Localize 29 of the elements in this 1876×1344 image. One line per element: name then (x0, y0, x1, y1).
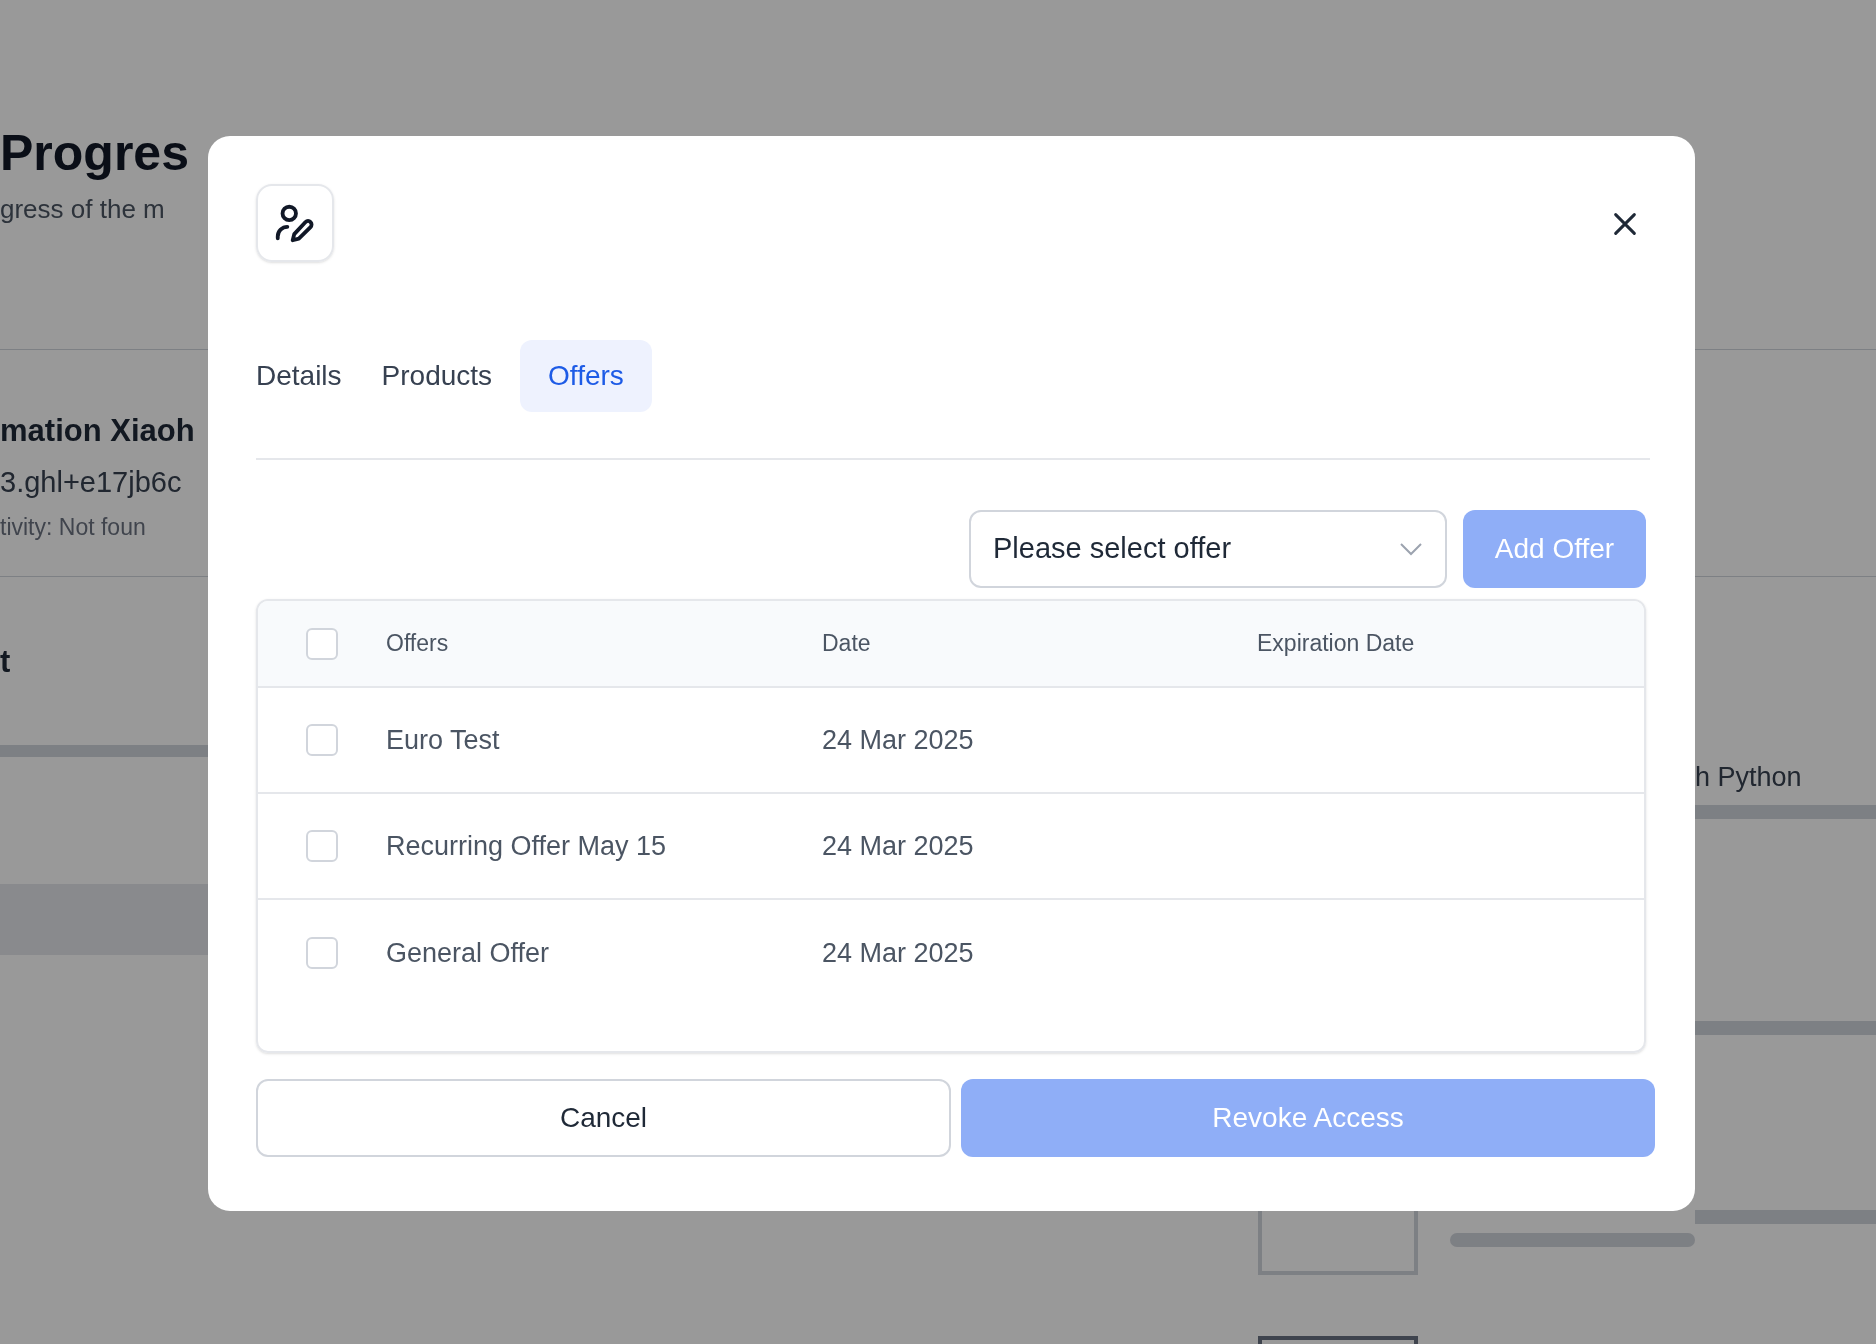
page-title: Progres (0, 124, 190, 183)
row-checkbox[interactable] (306, 830, 338, 862)
activity-text: tivity: Not foun (0, 513, 147, 542)
date-cell-text: 24 Mar 2025 (822, 723, 975, 757)
tab[interactable]: Products (361, 340, 513, 412)
offer-name: Recurring Offer May 15 (386, 829, 668, 863)
offer-select[interactable]: Please select offer (969, 510, 1447, 588)
close-icon (1611, 210, 1639, 238)
image-placeholder-icon (1258, 1336, 1418, 1344)
date-cell-text: 24 Mar 2025 (822, 829, 975, 863)
select-all-checkbox[interactable] (306, 627, 338, 660)
student-name: mation Xiaoh (0, 412, 196, 450)
section-heading: t (0, 643, 12, 681)
tab[interactable]: Details (256, 340, 362, 412)
column-header: Date (822, 629, 872, 659)
date-cell-text: 24 Mar 2025 (822, 936, 975, 970)
row-checkbox[interactable] (306, 724, 338, 756)
tab[interactable]: Offers (520, 340, 652, 412)
course-title: h Python (1695, 761, 1803, 794)
cancel-button[interactable]: Cancel (256, 1079, 951, 1157)
column-header: Expiration Date (1257, 629, 1415, 659)
chevron-down-icon (1399, 542, 1423, 556)
user-edit-icon (256, 184, 334, 262)
offer-name: General Offer (386, 936, 551, 970)
row-checkbox[interactable] (306, 937, 338, 969)
student-email: 3.ghl+e17jb6c (0, 464, 183, 500)
column-header: Offers (386, 629, 450, 659)
offer-name: Euro Test (386, 723, 501, 757)
page-subtitle: gress of the m (0, 193, 166, 226)
